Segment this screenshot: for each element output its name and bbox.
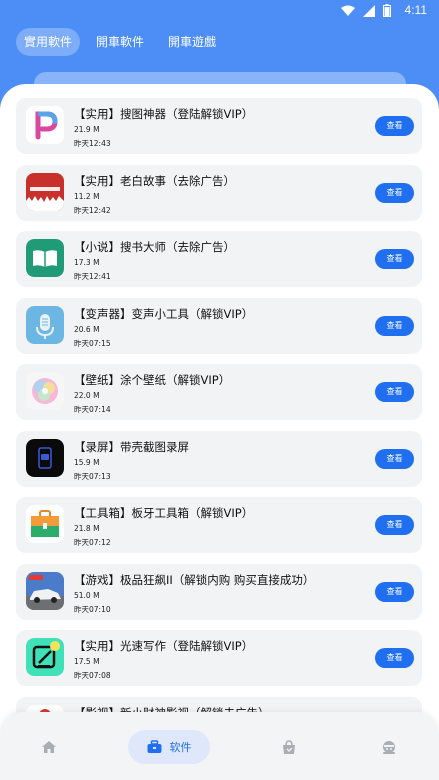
app-date: 昨天12:43 (74, 139, 111, 148)
app-size: 22.0 M (74, 391, 100, 400)
nav-software-label: 软件 (169, 741, 192, 754)
app-size: 17.5 M (74, 657, 100, 666)
app-title: 【小说】搜书大师（去除广告） (74, 240, 235, 254)
battery-icon (383, 4, 391, 17)
list-item[interactable]: 【实用】搜图神器（登陆解锁VIP） 21.9 M 昨天12:43 查看 (16, 98, 422, 154)
briefcase-icon (147, 740, 161, 753)
app-title: 【工具箱】板牙工具箱（解锁VIP） (74, 506, 254, 520)
picture-search-app-icon (26, 106, 64, 144)
app-title: 【游戏】极品狂飙II（解锁内购 购买直接成功） (74, 572, 315, 587)
app-title: 【实用】老白故事（去除广告） (74, 173, 235, 188)
app-size: 11.2 M (74, 191, 100, 201)
app-date: 昨天07:10 (74, 604, 111, 614)
app-date: 昨天07:12 (74, 538, 111, 547)
app-title: 【实用】光速写作（登陆解锁VIP） (74, 639, 254, 653)
list-item[interactable]: 【壁纸】涂个壁纸（解锁VIP） 22.0 M 昨天07:14 查看 (16, 364, 422, 420)
app-date: 昨天12:41 (74, 272, 111, 281)
view-button[interactable]: 查看 (375, 315, 414, 336)
view-button[interactable]: 查看 (375, 382, 414, 402)
app-size: 51.0 M (74, 590, 100, 600)
wifi-icon (341, 5, 355, 16)
app-size: 17.3 M (74, 258, 100, 267)
view-button[interactable]: 查看 (375, 515, 414, 535)
list-item[interactable]: 【录屏】带壳截图录屏 15.9 M 昨天07:13 查看 (16, 430, 422, 487)
app-size: 15.9 M (74, 457, 100, 467)
nav-bag[interactable] (274, 730, 304, 764)
book-app-icon (26, 239, 64, 277)
content-panel: 【实用】搜图神器（登陆解锁VIP） 21.9 M 昨天12:43 查看 【实用】… (0, 84, 439, 780)
app-title: 【变声器】变声小工具（解锁VIP） (74, 306, 254, 321)
top-tabs: 實用軟件 開車軟件 開車遊戲 (16, 28, 224, 56)
view-button[interactable]: 查看 (375, 581, 414, 602)
app-title: 【壁纸】涂个壁纸（解锁VIP） (74, 373, 231, 387)
app-size: 20.6 M (74, 324, 100, 334)
laobai-story-app-icon (26, 172, 64, 211)
view-button[interactable]: 查看 (375, 648, 414, 668)
app-title: 【录屏】带壳截图录屏 (74, 439, 189, 454)
app-date: 昨天07:13 (74, 471, 111, 481)
view-button[interactable]: 查看 (375, 116, 414, 136)
app-size: 21.9 M (74, 125, 100, 134)
clock: 4:11 (404, 3, 427, 17)
view-button[interactable]: 查看 (375, 448, 414, 469)
app-date: 昨天07:14 (74, 405, 111, 414)
microphone-app-icon (26, 305, 64, 344)
status-icons (341, 4, 391, 17)
screen-record-app-icon (26, 438, 64, 477)
status-bar: 4:11 (0, 0, 439, 22)
tab-driving-games[interactable]: 開車遊戲 (160, 28, 224, 56)
nav-software[interactable]: 软件 (128, 730, 210, 764)
list-item[interactable]: 【游戏】极品狂飙II（解锁内购 购买直接成功） 51.0 M 昨天07:10 查… (16, 563, 422, 620)
app-date: 昨天07:15 (74, 338, 111, 348)
list-item[interactable]: 【小说】搜书大师（去除广告） 17.3 M 昨天12:41 查看 (16, 231, 422, 287)
nav-home[interactable] (34, 730, 64, 764)
tab-practical-software[interactable]: 實用軟件 (16, 28, 81, 56)
wallpaper-app-icon (26, 372, 64, 410)
list-item[interactable]: 【变声器】变声小工具（解锁VIP） 20.6 M 昨天07:15 查看 (16, 297, 422, 354)
ai-writing-app-icon (26, 638, 64, 676)
bag-icon (283, 739, 295, 754)
app-size: 21.8 M (74, 524, 100, 533)
nav-profile[interactable] (374, 730, 404, 764)
list-item[interactable]: 【工具箱】板牙工具箱（解锁VIP） 21.8 M 昨天07:12 查看 (16, 497, 422, 553)
app-title: 【实用】搜图神器（登陆解锁VIP） (74, 107, 254, 121)
tab-driving-software[interactable]: 開車軟件 (88, 28, 152, 56)
bottom-nav: 软件 (0, 712, 439, 780)
list-item[interactable]: 【实用】老白故事（去除广告） 11.2 M 昨天12:42 查看 (16, 164, 422, 221)
app-list: 【实用】搜图神器（登陆解锁VIP） 21.9 M 昨天12:43 查看 【实用】… (16, 98, 422, 763)
app-date: 昨天12:42 (74, 205, 111, 215)
view-button[interactable]: 查看 (375, 249, 414, 269)
signal-icon (363, 4, 375, 17)
view-button[interactable]: 查看 (375, 182, 414, 203)
toolbox-app-icon (26, 505, 64, 543)
list-item[interactable]: 【实用】光速写作（登陆解锁VIP） 17.5 M 昨天07:08 查看 (16, 630, 422, 686)
racing-game-app-icon (26, 571, 64, 610)
home-icon (42, 741, 56, 753)
user-icon (383, 740, 395, 754)
app-date: 昨天07:08 (74, 671, 111, 680)
